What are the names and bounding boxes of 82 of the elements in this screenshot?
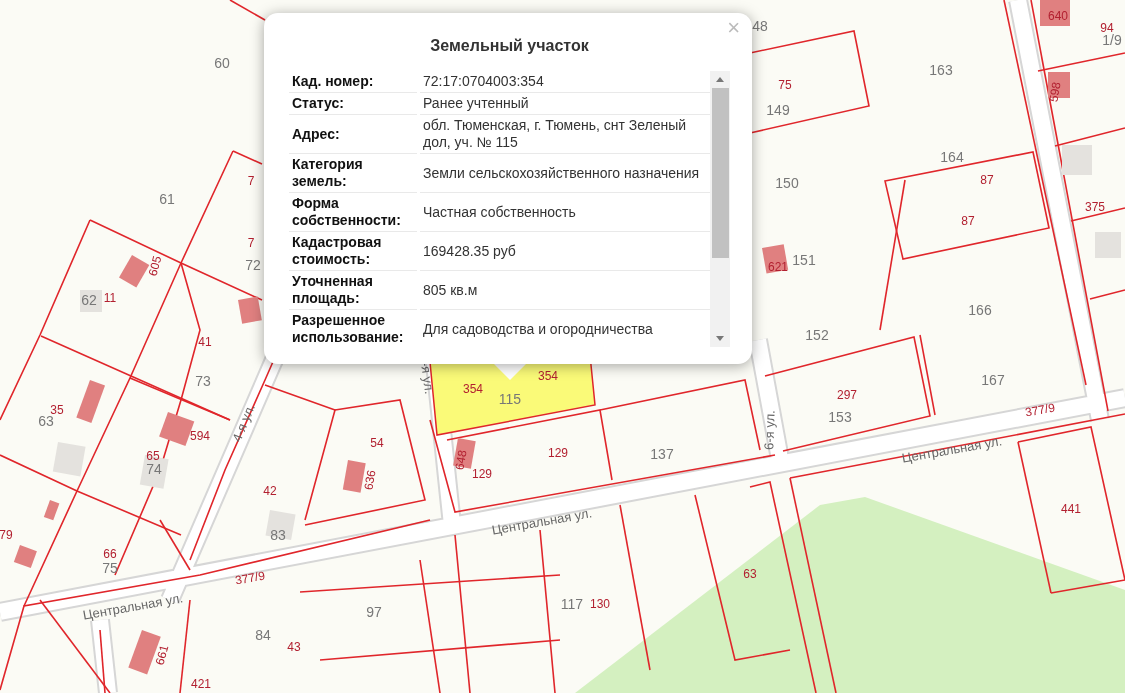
parcel-number: 62 — [81, 293, 97, 307]
parcel-number: 61 — [159, 192, 175, 206]
cadastral-number: 7 — [247, 174, 255, 188]
parcel-number: 137 — [650, 447, 674, 461]
street-name: 6-я ул. — [762, 409, 778, 451]
scrollbar[interactable] — [710, 71, 730, 347]
parcel-number: 164 — [940, 150, 964, 164]
parcel-number: 149 — [766, 103, 790, 117]
cadastral-number: 375 — [1085, 200, 1105, 214]
cadastral-number: 87 — [961, 214, 975, 228]
cadastral-number: 7 — [247, 236, 255, 250]
cadastral-number: 66 — [103, 547, 117, 561]
cadastral-number: 41 — [198, 335, 212, 349]
cadastral-number: 661 — [152, 643, 172, 667]
parcel-number: 48 — [752, 19, 768, 33]
scroll-down-icon[interactable] — [716, 336, 724, 341]
street-name: -я ул. — [417, 361, 437, 395]
parcel-number: 163 — [929, 63, 953, 77]
cadastral-number: 605 — [145, 254, 165, 278]
cadastral-number: 35 — [50, 403, 64, 417]
parcel-number: 117 — [560, 597, 584, 611]
field-label: Форма собственности: — [289, 193, 417, 232]
popup-title: Земельный участок — [429, 37, 590, 55]
field-label: Кад. номер: — [289, 71, 417, 93]
parcel-number: 74 — [146, 462, 162, 476]
cadastral-number: 94 — [1100, 21, 1114, 35]
parcel-number: 97 — [366, 605, 382, 619]
parcel-number: 152 — [805, 328, 829, 342]
field-label: Категория земель: — [289, 154, 417, 193]
field-value: 72:17:0704003:354 — [420, 71, 710, 93]
cadastral-number: 648 — [452, 448, 470, 472]
field-label: Кадастровая стоимость: — [289, 232, 417, 271]
parcel-number: 73 — [195, 374, 211, 388]
cadastral-number: 354 — [538, 369, 558, 383]
parcel-number: 167 — [981, 373, 1005, 387]
cadastral-number: 87 — [980, 173, 994, 187]
cadastral-number: 65 — [146, 449, 160, 463]
cadastral-number: 129 — [472, 467, 492, 481]
parcel-number: 1/9 — [1102, 33, 1122, 47]
field-label: Уточненная площадь: — [289, 271, 417, 310]
cadastral-number: 421 — [191, 677, 211, 691]
cadastral-number: 42 — [263, 484, 277, 498]
cadastral-number: 79 — [0, 528, 13, 542]
parcel-number: 72 — [245, 258, 261, 272]
cadastral-number: 130 — [590, 597, 610, 611]
street-name: 4-я ул. — [230, 402, 258, 444]
parcel-number: 151 — [792, 253, 816, 267]
cadastral-number: 377/9 — [1024, 400, 1056, 420]
cadastral-number: 297 — [837, 388, 857, 402]
parcel-number: 83 — [270, 528, 286, 542]
parcel-number: 60 — [214, 56, 230, 70]
cadastral-number: 354 — [463, 382, 483, 396]
parcel-number: 75 — [102, 561, 118, 575]
scroll-thumb[interactable] — [711, 88, 729, 258]
cadastral-number: 598 — [1046, 80, 1064, 104]
street-name: Центральная ул. — [900, 434, 1004, 466]
cadastral-number: 75 — [778, 78, 792, 92]
cadastral-number: 594 — [190, 429, 210, 443]
field-value: Ранее учтенный — [420, 93, 710, 115]
parcel-number: 150 — [775, 176, 799, 190]
cadastral-number: 636 — [361, 468, 379, 492]
cadastral-number: 43 — [287, 640, 301, 654]
cadastral-number: 640 — [1048, 9, 1068, 23]
field-label: Статус: — [289, 93, 417, 115]
close-button[interactable]: × — [723, 15, 744, 41]
cadastral-number: 377/9 — [234, 568, 266, 588]
parcel-number: 115 — [498, 392, 522, 406]
parcel-number: 63 — [38, 414, 54, 428]
field-label: Разрешенное использование: — [289, 310, 417, 347]
cadastral-number: 54 — [370, 436, 384, 450]
parcel-number: 84 — [255, 628, 271, 642]
street-name: Центральная ул. — [490, 506, 594, 538]
cadastral-number: 11 — [103, 291, 117, 305]
street-name: Центральная ул. — [81, 591, 185, 623]
field-label: Адрес: — [289, 115, 417, 154]
scroll-up-icon[interactable] — [716, 77, 724, 82]
cadastral-number: 441 — [1061, 502, 1081, 516]
cadastral-number: 621 — [768, 260, 788, 274]
cadastral-number: 129 — [548, 446, 568, 460]
cadastral-number: 63 — [743, 567, 757, 581]
parcel-number: 153 — [828, 410, 852, 424]
parcel-number: 166 — [968, 303, 992, 317]
